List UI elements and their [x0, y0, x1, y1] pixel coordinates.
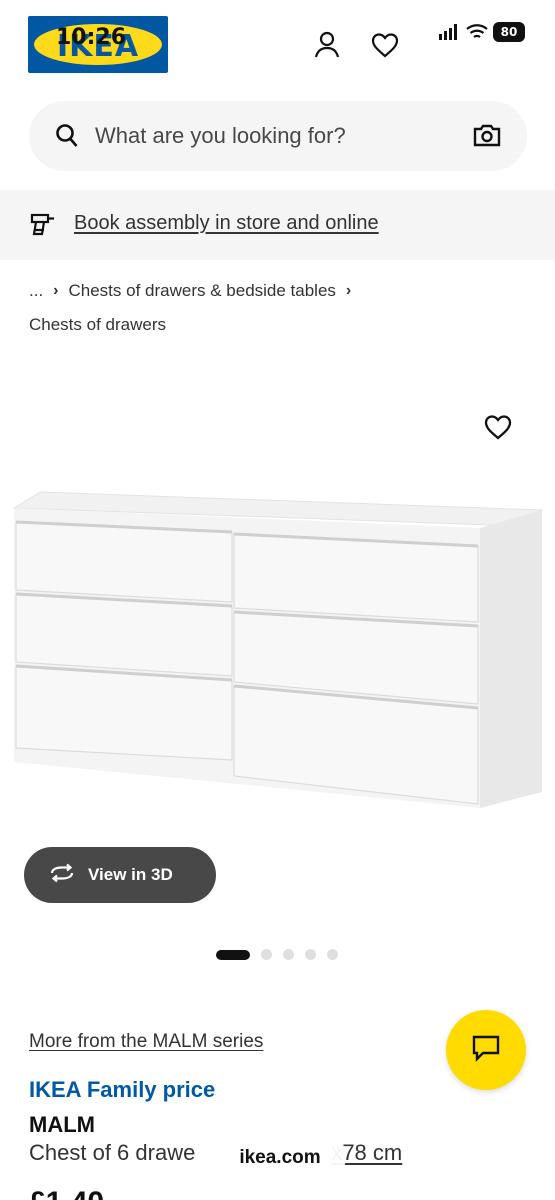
- product-name: MALM: [29, 1112, 95, 1137]
- url-overlay-pill: ikea.com: [214, 1136, 346, 1180]
- chat-icon: [471, 1034, 501, 1067]
- wifi-icon: [466, 24, 488, 38]
- book-assembly-link[interactable]: Book assembly in store and online: [74, 212, 379, 235]
- product-price: £1 40: [29, 1186, 104, 1200]
- chat-button[interactable]: [446, 1010, 526, 1090]
- chevron-right-icon: ›: [53, 282, 59, 299]
- person-icon[interactable]: [312, 30, 342, 60]
- view-in-3d-label: View in 3D: [88, 865, 173, 884]
- app-header: IKEA 10:26 80: [0, 0, 555, 92]
- status-indicators: 80: [439, 22, 525, 42]
- breadcrumb-item-current[interactable]: Chests of drawers: [29, 315, 166, 334]
- assembly-banner: Book assembly in store and online: [0, 190, 555, 260]
- camera-icon[interactable]: [473, 123, 501, 152]
- search-input[interactable]: [95, 119, 475, 153]
- signal-icon: [439, 24, 457, 40]
- chevron-right-icon: ›: [345, 282, 352, 299]
- status-time: 10:26: [56, 25, 127, 50]
- product-description-text: Chest of 6 drawe: [29, 1140, 196, 1165]
- search-icon: [55, 123, 79, 154]
- rotate-icon: [48, 863, 76, 888]
- ikea-logo[interactable]: IKEA 10:26: [28, 16, 168, 73]
- breadcrumb-ellipsis[interactable]: ...: [29, 280, 43, 302]
- pager-dot[interactable]: [327, 949, 338, 960]
- pager-dot[interactable]: [305, 949, 316, 960]
- more-from-series-link[interactable]: More from the MALM series: [29, 1031, 263, 1053]
- breadcrumb: ... › Chests of drawers & bedside tables…: [29, 280, 351, 336]
- add-to-wishlist-heart-icon[interactable]: [484, 414, 512, 445]
- search-bar[interactable]: [29, 101, 527, 171]
- family-price-label: IKEA Family price: [29, 1077, 216, 1102]
- product-image[interactable]: [0, 470, 555, 830]
- heart-icon[interactable]: [370, 30, 400, 60]
- pager-dot-active[interactable]: [216, 949, 250, 960]
- battery-indicator: 80: [493, 22, 525, 42]
- view-in-3d-button[interactable]: View in 3D: [24, 847, 216, 903]
- breadcrumb-item-category[interactable]: Chests of drawers & bedside tables: [69, 280, 336, 302]
- image-pager: [216, 949, 338, 960]
- pager-dot[interactable]: [261, 949, 272, 960]
- drill-icon: [30, 212, 56, 245]
- pager-dot[interactable]: [283, 949, 294, 960]
